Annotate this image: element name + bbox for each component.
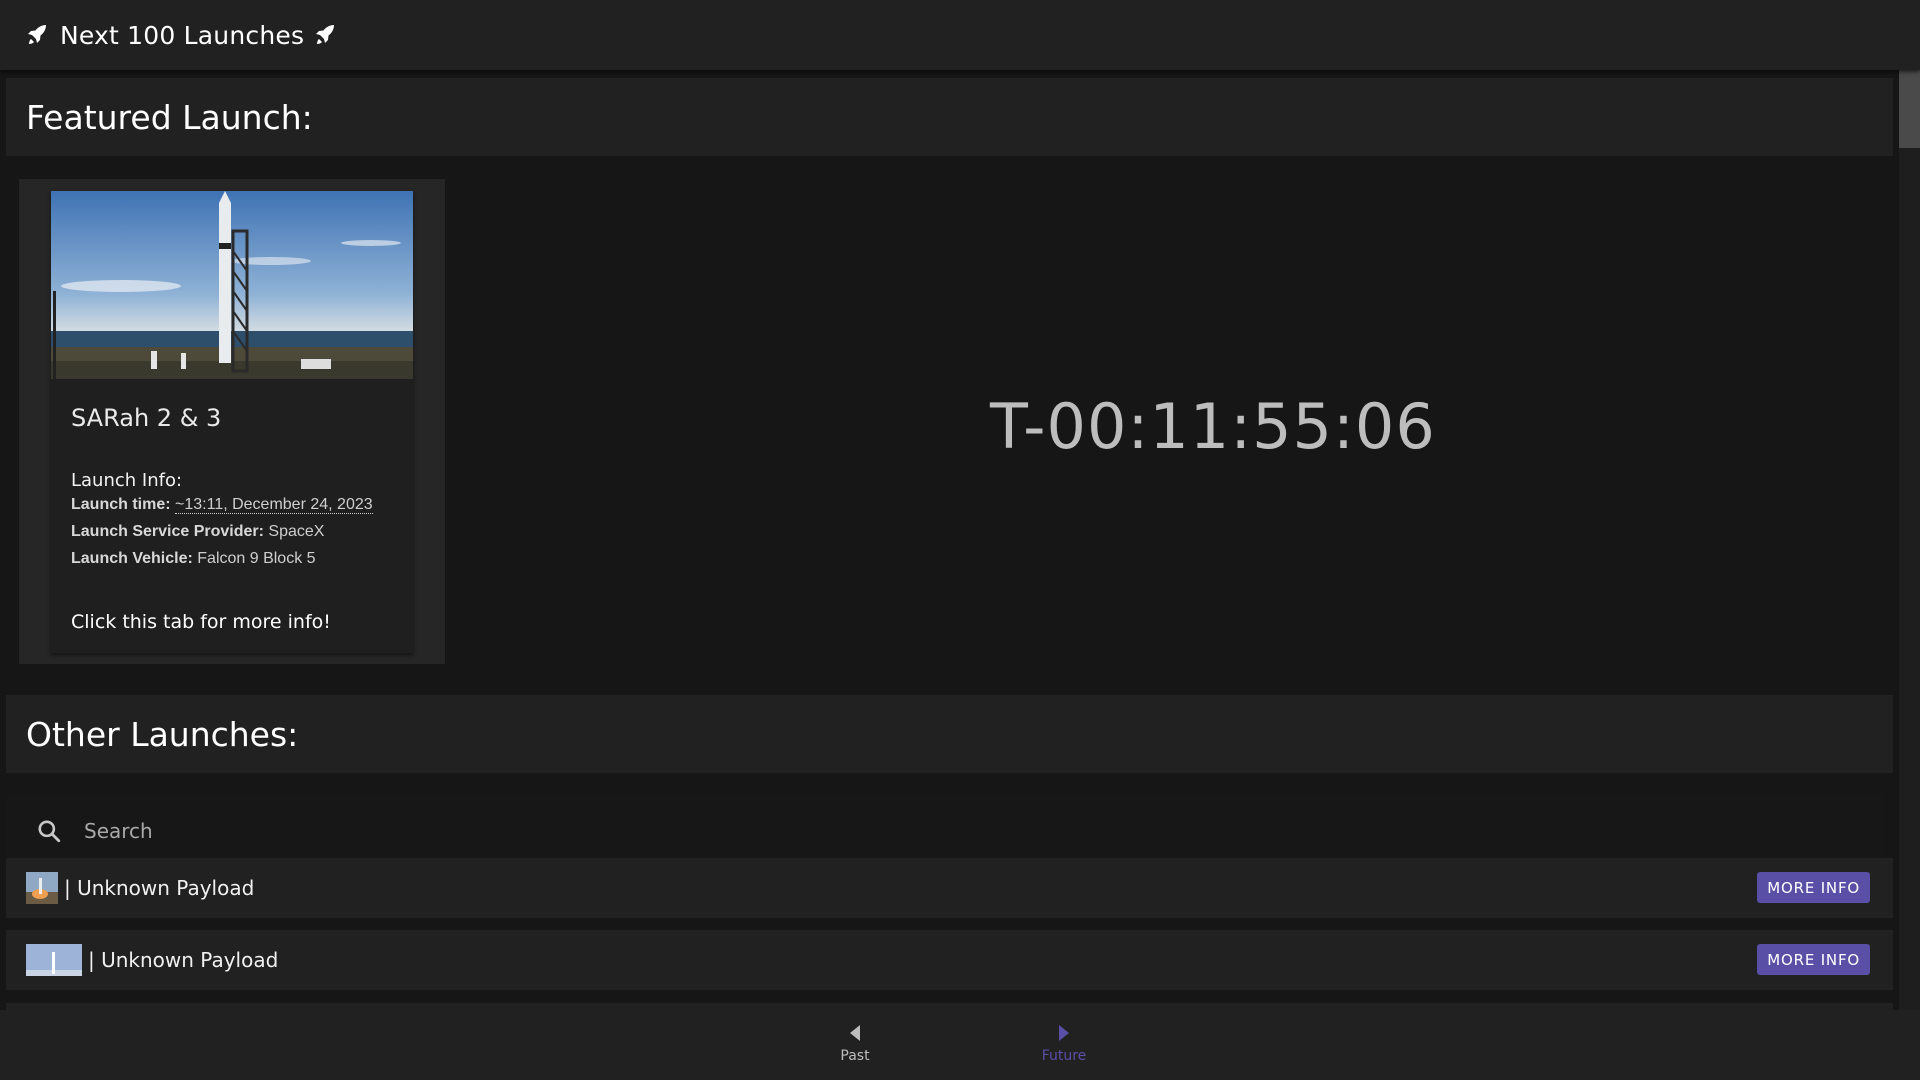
list-item[interactable]: | Unknown Payload MORE INFO xyxy=(6,930,1893,990)
nav-past[interactable]: Past xyxy=(815,1020,895,1064)
launch-row-label: | Unknown Payload xyxy=(88,948,279,972)
nav-future[interactable]: Future xyxy=(1024,1020,1104,1064)
launch-image xyxy=(51,191,413,379)
app-bar: Next 100 Launches xyxy=(0,0,1920,70)
more-info-button[interactable]: MORE INFO xyxy=(1757,944,1870,975)
list-item[interactable] xyxy=(6,1003,1893,1010)
launch-time-line: Launch time: ~13:11, December 24, 2023 xyxy=(71,496,373,514)
launch-thumbnail xyxy=(26,872,58,904)
vehicle-line: Launch Vehicle: Falcon 9 Block 5 xyxy=(71,550,316,568)
more-info-button[interactable]: MORE INFO xyxy=(1757,872,1870,903)
countdown-timer: T-00:11:55:06 xyxy=(990,390,1436,463)
rocket-icon xyxy=(316,25,335,44)
launch-row-label: | Unknown Payload xyxy=(64,876,255,900)
vehicle-label: Launch Vehicle: xyxy=(71,550,193,567)
chevron-left-icon xyxy=(850,1025,860,1041)
launch-name: SARah 2 & 3 xyxy=(71,404,222,432)
scrollbar[interactable] xyxy=(1899,70,1920,1010)
more-info-hint: Click this tab for more info! xyxy=(71,611,331,633)
featured-heading: Featured Launch: xyxy=(6,78,1893,156)
search-bar[interactable] xyxy=(6,794,1884,868)
search-input[interactable] xyxy=(82,818,1786,844)
content-area: Featured Launch: SARah 2 & 3 Launch Info… xyxy=(0,70,1899,1010)
list-item[interactable]: | Unknown Payload MORE INFO xyxy=(6,858,1893,918)
featured-launch-tab[interactable]: SARah 2 & 3 Launch Info: Launch time: ~1… xyxy=(19,179,445,664)
search-icon xyxy=(38,820,61,843)
launch-info-heading: Launch Info: xyxy=(71,470,183,491)
vehicle-value: Falcon 9 Block 5 xyxy=(197,550,316,567)
rocket-icon xyxy=(28,25,46,44)
scrollbar-thumb[interactable] xyxy=(1899,70,1920,148)
featured-launch-card[interactable]: SARah 2 & 3 Launch Info: Launch time: ~1… xyxy=(51,191,413,653)
bottom-navigation: Past Future xyxy=(0,1010,1920,1080)
launch-time-value: ~13:11, December 24, 2023 xyxy=(175,496,373,514)
app-title: Next 100 Launches xyxy=(60,20,305,50)
other-launches-heading: Other Launches: xyxy=(6,695,1893,773)
launch-thumbnail xyxy=(26,944,82,976)
nav-past-label: Past xyxy=(840,1048,870,1064)
provider-label: Launch Service Provider: xyxy=(71,523,264,540)
launch-time-label: Launch time: xyxy=(71,496,171,513)
provider-value: SpaceX xyxy=(268,523,325,540)
chevron-right-icon xyxy=(1059,1025,1069,1041)
provider-line: Launch Service Provider: SpaceX xyxy=(71,523,324,541)
nav-future-label: Future xyxy=(1041,1048,1087,1064)
